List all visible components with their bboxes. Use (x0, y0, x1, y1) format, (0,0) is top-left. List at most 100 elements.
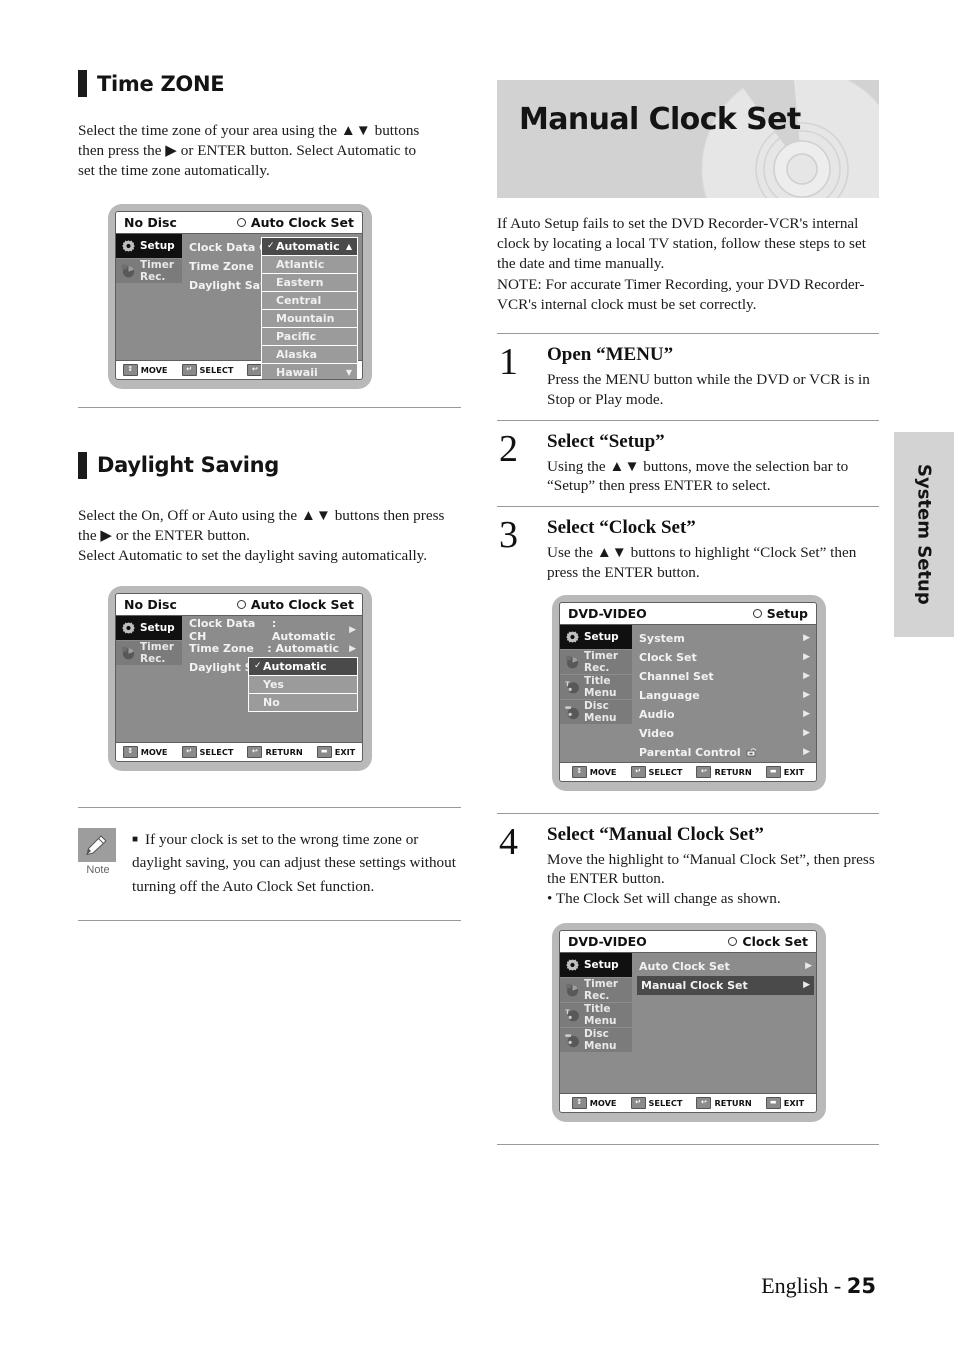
osd-sidebar-item-disc-menu[interactable]: Disc Menu (560, 1027, 632, 1053)
osd-sidebar: Setup Timer Rec. (560, 624, 632, 762)
osd-sidebar-item-timer-rec[interactable]: Timer Rec. (560, 649, 632, 675)
osd-footer-label: MOVE (140, 747, 168, 758)
osd-footer-label: EXIT (783, 1097, 805, 1108)
osd-menu-item-clock-set[interactable]: Clock Set ▶ (639, 648, 810, 667)
osd-sidebar-item-setup[interactable]: Setup (560, 624, 632, 650)
dropdown-option[interactable]: Pacific (262, 328, 357, 346)
step-number: 3 (499, 514, 518, 557)
osd-disc-status: DVD-VIDEO (568, 933, 647, 949)
osd-sidebar-label: Disc Menu (584, 1027, 617, 1052)
timer-rec-icon (122, 646, 135, 660)
osd-footer-label: RETURN (714, 1097, 752, 1108)
divider-3 (78, 919, 461, 921)
osd-screenshot-time-zone: No Disc Auto Clock Set Setup Timer Rec. … (108, 203, 463, 389)
heading-bar (78, 451, 87, 479)
dropdown-option-label: Automatic (276, 239, 340, 253)
scroll-up-icon[interactable]: ▲ (346, 238, 352, 255)
osd-sidebar-label: Timer Rec. (584, 977, 619, 1002)
daylight-saving-dropdown[interactable]: ✓ Automatic Yes No (248, 657, 358, 713)
svg-text:T: T (565, 1008, 570, 1016)
footer-language: English - (761, 1273, 847, 1298)
gear-icon (566, 959, 579, 971)
osd-menu-item-language[interactable]: Language ▶ (639, 686, 810, 705)
divider-step-4 (497, 1143, 879, 1145)
osd-bezel: DVD-VIDEO Setup Setup Timer Rec. T Title… (552, 594, 826, 791)
chevron-right-icon: ▶ (803, 671, 810, 682)
divider-2 (78, 807, 461, 809)
section-heading-daylight-saving: Daylight Saving (78, 451, 463, 479)
osd-menu-item-audio[interactable]: Audio ▶ (639, 705, 810, 724)
dropdown-option[interactable]: ✓ Automatic (249, 658, 357, 677)
dropdown-option[interactable]: Central (262, 292, 357, 310)
dropdown-option[interactable]: Mountain (262, 310, 357, 328)
osd-sidebar-item-timer-rec[interactable]: Timer Rec. (116, 641, 182, 667)
osd-sidebar-label: Timer Rec. (584, 649, 619, 674)
osd-footer-return: ↩ RETURN (696, 1096, 752, 1109)
osd-sidebar-item-timer-rec[interactable]: Timer Rec. (116, 258, 182, 284)
osd-menu-item[interactable]: Time Zone : Automatic ▶ (189, 639, 356, 658)
osd-menu-item-video[interactable]: Video ▶ (639, 724, 810, 743)
exit-key-icon: ▬ (316, 746, 332, 759)
osd-sidebar-item-setup[interactable]: Setup (560, 952, 632, 978)
osd-sidebar-item-setup[interactable]: Setup (116, 616, 182, 642)
select-key-icon: ↵ (181, 363, 197, 376)
osd-footer-label: SELECT (199, 747, 234, 758)
page-footer: English - 25 (761, 1273, 876, 1299)
osd-footer-label: RETURN (265, 747, 303, 758)
dropdown-option[interactable]: No (249, 694, 357, 711)
osd-menu-item-parental-control[interactable]: Parental Control ▶ (639, 743, 810, 762)
osd-sidebar-label: Setup (584, 630, 619, 643)
osd-sidebar-item-disc-menu[interactable]: Disc Menu (560, 699, 632, 725)
step-number: 4 (499, 820, 518, 863)
osd-footer-move: ↕ MOVE (122, 363, 168, 376)
osd-sidebar-item-setup[interactable]: Setup (116, 233, 182, 259)
osd-sidebar-label: Title Menu (584, 1002, 617, 1027)
footer-page-number: 25 (846, 1274, 876, 1298)
osd-menu-item[interactable]: Clock Data CH : Automatic ▶ (189, 617, 356, 643)
side-tab-label: System Setup (913, 464, 935, 605)
dropdown-option[interactable]: Yes (249, 676, 357, 695)
osd-sidebar-item-title-menu[interactable]: T Title Menu (560, 1002, 632, 1028)
scroll-down-icon[interactable]: ▼ (346, 364, 352, 379)
osd-sidebar-item-timer-rec[interactable]: Timer Rec. (560, 977, 632, 1003)
osd-menu-item-auto-clock-set[interactable]: Auto Clock Set ▶ (639, 957, 812, 976)
note-text-body: If your clock is set to the wrong time z… (132, 831, 456, 895)
move-key-icon: ↕ (571, 765, 587, 778)
time-zone-dropdown[interactable]: ✓ Automatic ▲ Atlantic Eastern Central M… (261, 236, 358, 379)
osd-mode-label: Auto Clock Set (250, 214, 354, 230)
osd-footer-move: ↕ MOVE (571, 765, 617, 778)
dropdown-option[interactable]: ✓ Automatic ▲ (262, 237, 357, 256)
osd-screen: DVD-VIDEO Clock Set Setup Timer Rec. T T… (559, 929, 817, 1113)
daylight-saving-paragraph: Select the On, Off or Auto using the ▲▼ … (78, 506, 445, 565)
step-title: Select “Setup” (547, 430, 665, 452)
osd-footer-label: EXIT (334, 747, 356, 758)
right-column: Manual Clock Set If Auto Setup fails to … (497, 80, 879, 1145)
divider-1 (78, 406, 461, 408)
dropdown-option-label: Automatic (263, 660, 327, 674)
dropdown-option[interactable]: Hawaii ▼ (262, 364, 357, 379)
osd-sidebar-label: Setup (140, 622, 175, 635)
chevron-right-icon: ▶ (349, 643, 356, 654)
step-description: Move the highlight to “Manual Clock Set”… (547, 850, 875, 908)
note-label: Note (86, 864, 110, 877)
dropdown-option-label: Atlantic (276, 257, 325, 271)
gear-icon (566, 630, 579, 643)
disc-menu-icon (565, 705, 579, 719)
check-icon: ✓ (254, 661, 262, 672)
gear-icon (122, 622, 135, 634)
chevron-right-icon: ▶ (803, 652, 810, 663)
dropdown-option[interactable]: Eastern (262, 274, 357, 292)
osd-sidebar-item-title-menu[interactable]: T Title Menu (560, 674, 632, 700)
chevron-right-icon: ▶ (803, 709, 810, 720)
dropdown-option[interactable]: Atlantic (262, 256, 357, 274)
osd-menu-label: System (639, 631, 685, 645)
osd-menu-item-manual-clock-set[interactable]: Manual Clock Set ▶ (637, 975, 814, 995)
osd-menu-item-channel-set[interactable]: Channel Set ▶ (639, 667, 810, 686)
heading-text: Time ZONE (97, 71, 225, 96)
osd-footer-label: MOVE (589, 1097, 617, 1108)
osd-menu-item-system[interactable]: System ▶ (639, 629, 810, 648)
osd-footer-label: SELECT (648, 766, 683, 777)
dropdown-option[interactable]: Alaska (262, 346, 357, 364)
osd-footer-bar: ↕ MOVE ↵ SELECT ↩ RETURN ▬ (560, 761, 816, 781)
chevron-right-icon: ▶ (803, 690, 810, 701)
